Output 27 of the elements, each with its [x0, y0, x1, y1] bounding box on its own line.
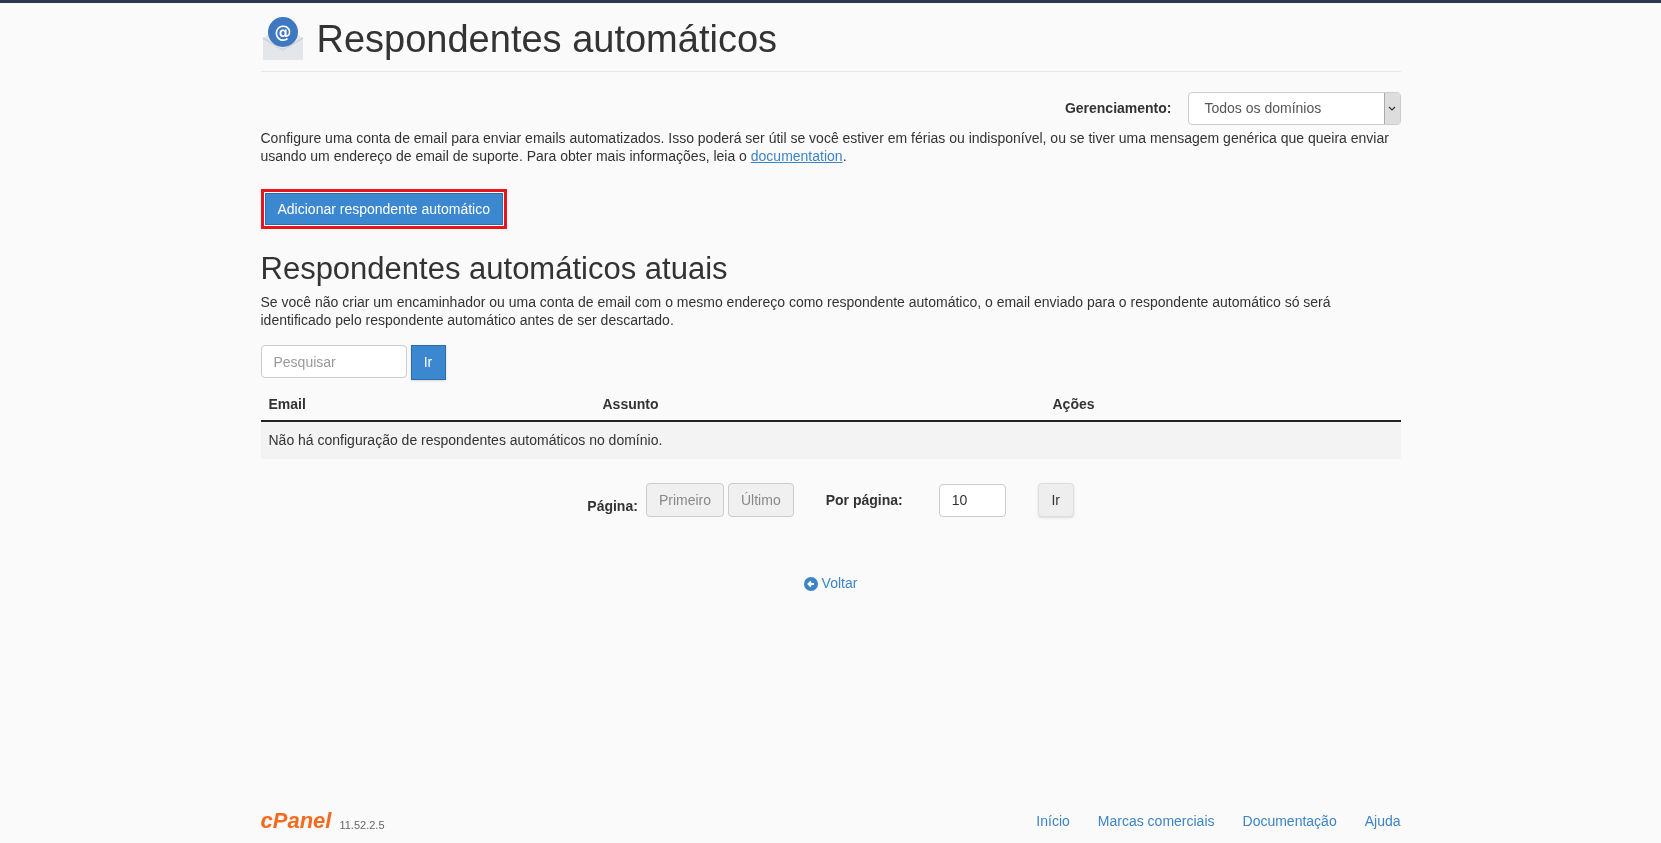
back-link[interactable]: Voltar: [803, 573, 858, 594]
management-label: Gerenciamento:: [1064, 99, 1172, 118]
page-title: Respondentes automáticos: [316, 17, 777, 62]
per-page-label: Por página:: [825, 490, 903, 510]
add-autoresponder-button[interactable]: Adicionar respondente automático: [264, 193, 503, 225]
column-header: Ações: [1052, 395, 1095, 412]
domain-select[interactable]: Todos os domínios: [1187, 92, 1401, 125]
section-note: Se você não criar um encaminhador ou uma conta de email com o mesmo endereço como respondente automático, o email enviado para o respondente automático só será identificado pelo respondente automático antes de ser descartado.: [260, 293, 1332, 329]
section-title: Respondentes automáticos atuais: [260, 250, 729, 288]
column-header: Email: [268, 395, 306, 412]
arrow-left-circle-icon: [803, 576, 818, 591]
per-page-field[interactable]: 10: [938, 483, 1006, 517]
version-text: 11.52.2.5: [339, 817, 385, 833]
column-header: Assunto: [602, 395, 659, 412]
search-field[interactable]: Pesquisar: [260, 345, 407, 378]
footer-link[interactable]: Início: [1036, 810, 1070, 832]
footer-link[interactable]: Ajuda: [1364, 810, 1401, 832]
search-go-button[interactable]: Ir: [410, 345, 446, 380]
footer-link[interactable]: Marcas comerciais: [1097, 810, 1215, 832]
description-text: Configure uma conta de email para enviar emails automatizados. Isso poderá ser útil se você estiver em férias ou indisponível, ou se tiver uma mensagem genérica que queira enviar usando um endereço de email de suporte. Para obter mais informações, leia o documentation.: [260, 129, 1390, 165]
chevron-down-icon: [1388, 105, 1396, 112]
page-label: Página:: [587, 496, 638, 516]
empty-message: Não há configuração de respondentes automáticos no domínio.: [268, 431, 663, 450]
documentation-link[interactable]: documentation: [750, 148, 843, 164]
footer-link[interactable]: Documentação: [1242, 810, 1337, 832]
per-page-go-button[interactable]: Ir: [1037, 483, 1074, 517]
cpanel-logo: cPanel: [260, 809, 332, 833]
